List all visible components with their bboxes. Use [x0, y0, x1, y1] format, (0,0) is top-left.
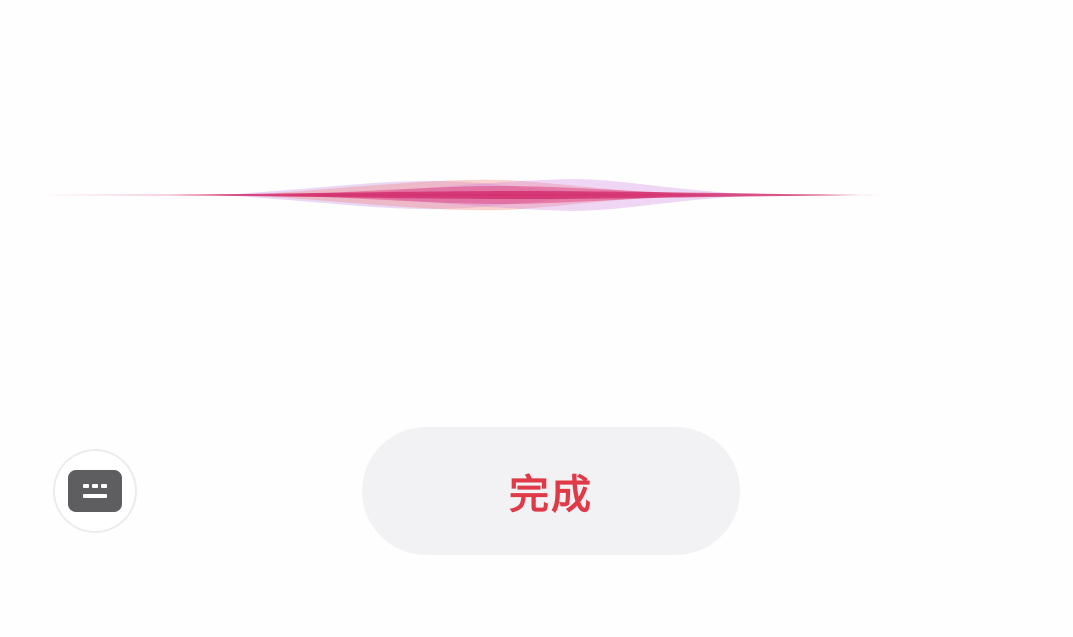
keyboard-toggle-button[interactable] — [53, 449, 137, 533]
voice-input-screen: 完成 — [0, 0, 1073, 637]
done-button[interactable]: 完成 — [362, 427, 740, 555]
voice-waveform-icon — [40, 179, 890, 211]
keyboard-icon — [68, 470, 122, 512]
done-button-label: 完成 — [509, 472, 593, 518]
